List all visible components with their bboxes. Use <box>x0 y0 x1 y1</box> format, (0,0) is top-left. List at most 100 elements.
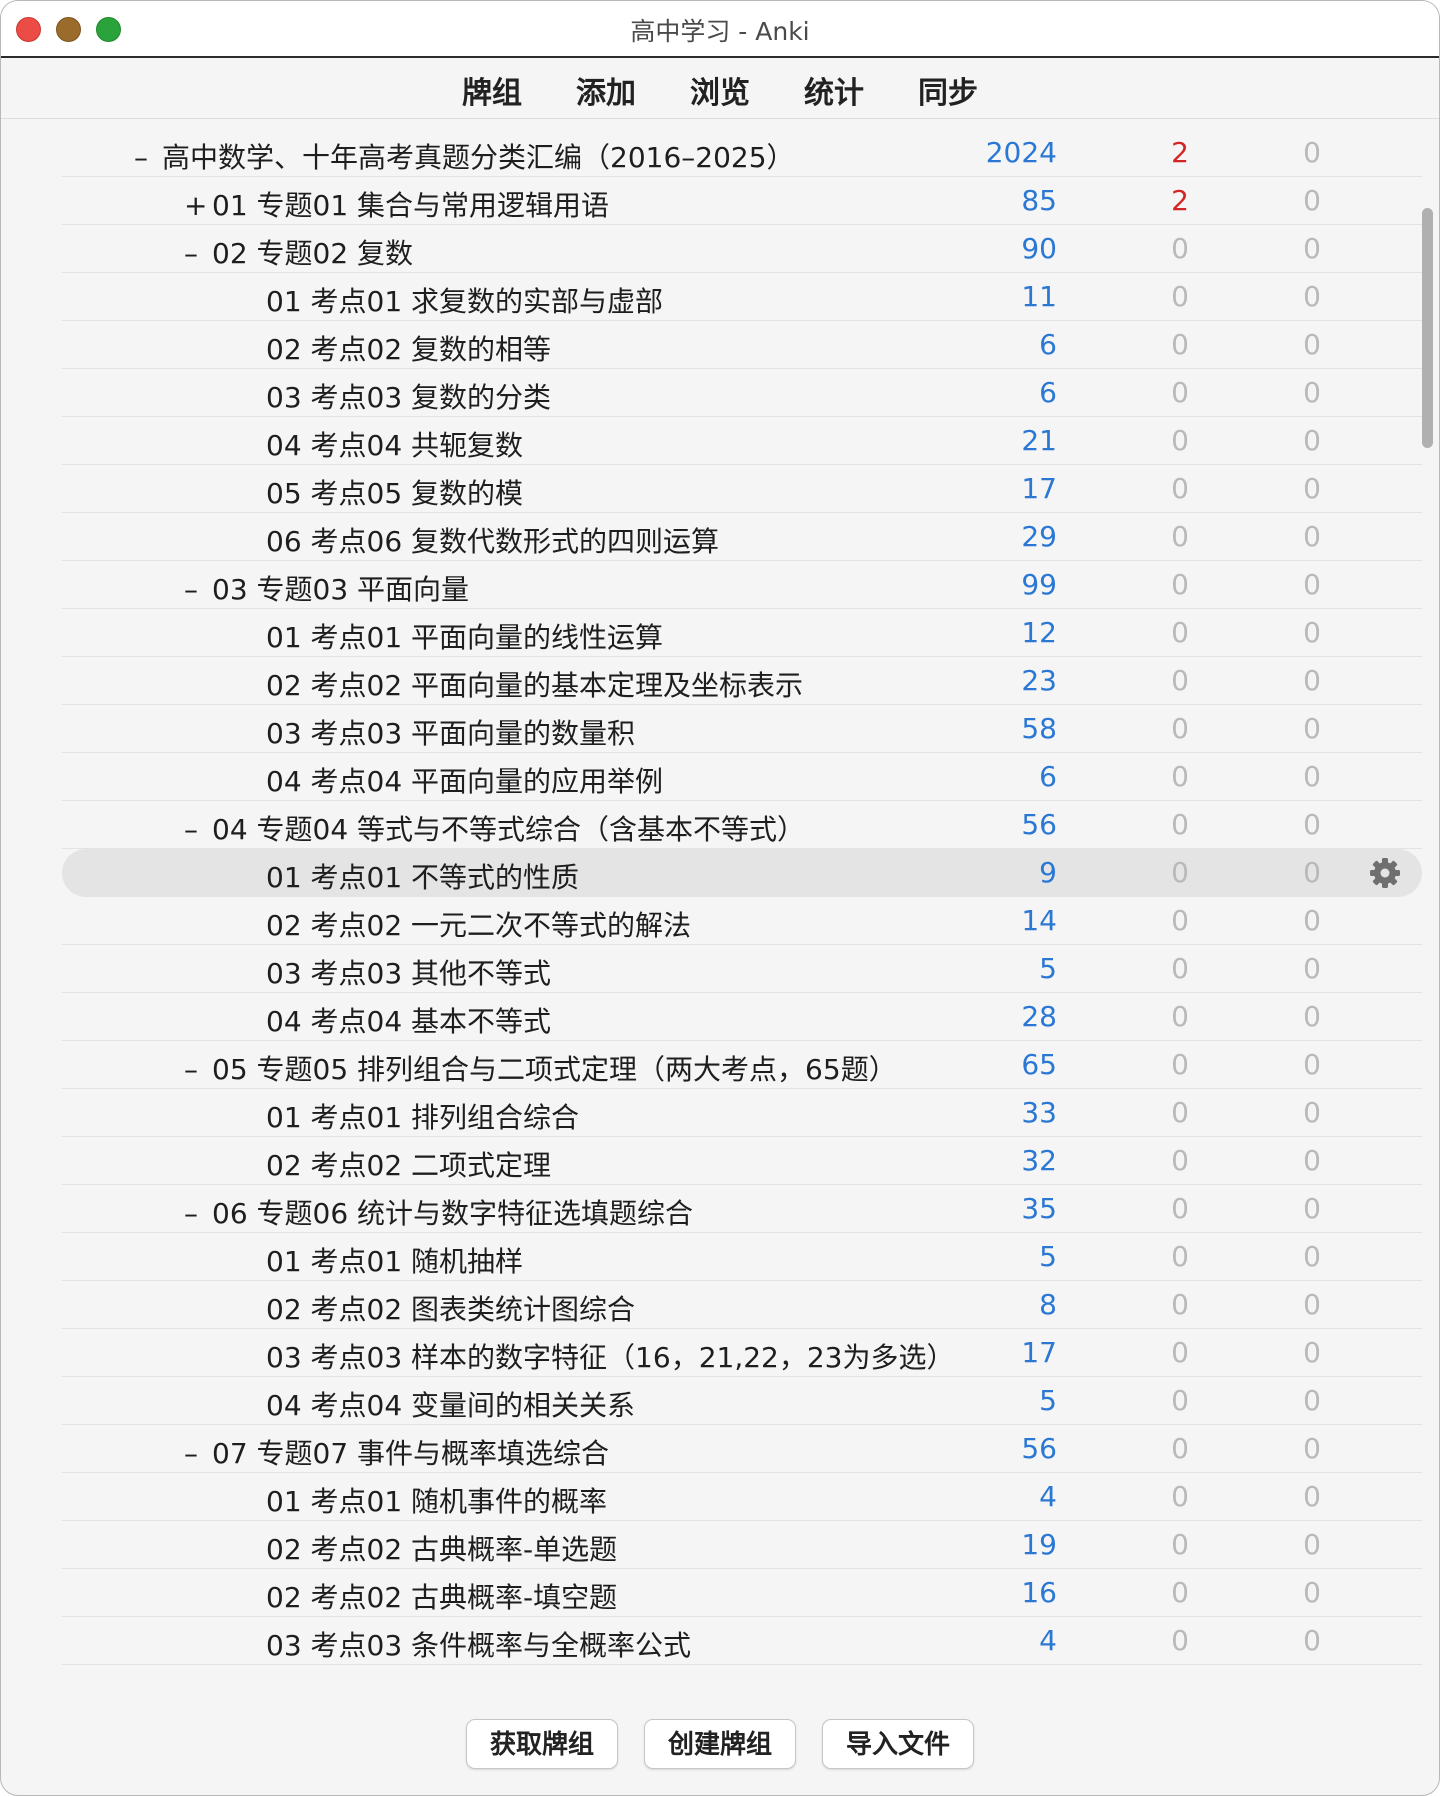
learn-count: 0 <box>1171 376 1189 409</box>
deck-name[interactable]: – 高中数学、十年高考真题分类汇编（2016–2025） <box>134 136 795 176</box>
deck-name[interactable]: 04 考点04 基本不等式 <box>266 1000 551 1040</box>
deck-name[interactable]: 02 考点02 一元二次不等式的解法 <box>266 904 691 944</box>
deck-name[interactable]: –02 专题02 复数 <box>184 232 413 272</box>
get-shared-button[interactable]: 获取牌组 <box>466 1719 618 1769</box>
learn-count: 0 <box>1171 280 1189 313</box>
deck-name-label: 06 专题06 统计与数字特征选填题综合 <box>212 1197 694 1230</box>
deck-row[interactable]: 04 考点04 平面向量的应用举例 6 0 0 <box>62 753 1422 801</box>
toolbar-browse[interactable]: 浏览 <box>690 68 750 112</box>
deck-name[interactable]: 03 考点03 其他不等式 <box>266 952 551 992</box>
deck-row[interactable]: 02 考点02 二项式定理 32 0 0 <box>62 1137 1422 1185</box>
learn-count: 0 <box>1171 1432 1189 1465</box>
deck-row[interactable]: 03 考点03 复数的分类 6 0 0 <box>62 369 1422 417</box>
deck-name[interactable]: 01 考点01 随机事件的概率 <box>266 1480 607 1520</box>
deck-row[interactable]: –03 专题03 平面向量 99 0 0 <box>62 561 1422 609</box>
deck-name[interactable]: 02 考点02 图表类统计图综合 <box>266 1288 635 1328</box>
toolbar-stats[interactable]: 统计 <box>804 68 864 112</box>
due-count: 0 <box>1303 1192 1321 1225</box>
deck-name[interactable]: –06 专题06 统计与数字特征选填题综合 <box>184 1192 693 1232</box>
deck-row[interactable]: 02 考点02 复数的相等 6 0 0 <box>62 321 1422 369</box>
deck-row[interactable]: 04 考点04 变量间的相关关系 5 0 0 <box>62 1377 1422 1425</box>
deck-name[interactable]: 02 考点02 复数的相等 <box>266 328 551 368</box>
deck-name[interactable]: 05 考点05 复数的模 <box>266 472 523 512</box>
collapse-toggle[interactable]: – <box>184 1437 212 1470</box>
deck-name[interactable]: 03 考点03 样本的数字特征（16，21,22，23为多选） <box>266 1336 954 1376</box>
deck-name-label: 02 考点02 二项式定理 <box>266 1149 552 1182</box>
deck-row[interactable]: 01 考点01 求复数的实部与虚部 11 0 0 <box>62 273 1422 321</box>
learn-count: 0 <box>1171 1480 1189 1513</box>
deck-row[interactable]: +01 专题01 集合与常用逻辑用语 85 2 0 <box>62 177 1422 225</box>
deck-row[interactable]: 02 考点02 图表类统计图综合 8 0 0 <box>62 1281 1422 1329</box>
deck-row[interactable]: 04 考点04 基本不等式 28 0 0 <box>62 993 1422 1041</box>
deck-name[interactable]: 02 考点02 古典概率-单选题 <box>266 1528 617 1568</box>
deck-name[interactable]: –04 专题04 等式与不等式综合（含基本不等式） <box>184 808 805 848</box>
deck-name[interactable]: 03 考点03 条件概率与全概率公式 <box>266 1624 691 1664</box>
deck-row[interactable]: 02 考点02 平面向量的基本定理及坐标表示 23 0 0 <box>62 657 1422 705</box>
deck-row[interactable]: 03 考点03 平面向量的数量积 58 0 0 <box>62 705 1422 753</box>
deck-name-label: 02 考点02 古典概率-填空题 <box>266 1581 618 1614</box>
deck-row[interactable]: 06 考点06 复数代数形式的四则运算 29 0 0 <box>62 513 1422 561</box>
due-count: 0 <box>1303 664 1321 697</box>
deck-row[interactable]: 05 考点05 复数的模 17 0 0 <box>62 465 1422 513</box>
deck-name[interactable]: 01 考点01 排列组合综合 <box>266 1096 579 1136</box>
import-file-button[interactable]: 导入文件 <box>822 1719 974 1769</box>
create-deck-button[interactable]: 创建牌组 <box>644 1719 796 1769</box>
deck-name[interactable]: 03 考点03 复数的分类 <box>266 376 551 416</box>
deck-name[interactable]: 04 考点04 平面向量的应用举例 <box>266 760 663 800</box>
deck-row[interactable]: –06 专题06 统计与数字特征选填题综合 35 0 0 <box>62 1185 1422 1233</box>
due-count: 0 <box>1303 952 1321 985</box>
collapse-toggle[interactable]: – <box>134 141 162 174</box>
deck-row[interactable]: 02 考点02 古典概率-单选题 19 0 0 <box>62 1521 1422 1569</box>
deck-name[interactable]: 04 考点04 共轭复数 <box>266 424 523 464</box>
deck-row[interactable]: 03 考点03 其他不等式 5 0 0 <box>62 945 1422 993</box>
collapse-toggle[interactable]: – <box>184 1053 212 1086</box>
deck-name[interactable]: 01 考点01 随机抽样 <box>266 1240 523 1280</box>
deck-name[interactable]: 01 考点01 不等式的性质 <box>266 856 579 896</box>
vertical-scrollbar[interactable] <box>1422 208 1433 448</box>
deck-row[interactable]: 02 考点02 古典概率-填空题 16 0 0 <box>62 1569 1422 1617</box>
deck-row[interactable]: 01 考点01 排列组合综合 33 0 0 <box>62 1089 1422 1137</box>
new-count: 6 <box>1039 328 1057 361</box>
deck-row[interactable]: –07 专题07 事件与概率填选综合 56 0 0 <box>62 1425 1422 1473</box>
deck-name[interactable]: –05 专题05 排列组合与二项式定理（两大考点，65题） <box>184 1048 897 1088</box>
deck-row[interactable]: 01 考点01 不等式的性质 9 0 0 <box>62 849 1422 897</box>
deck-row[interactable]: 01 考点01 随机事件的概率 4 0 0 <box>62 1473 1422 1521</box>
deck-name[interactable]: 04 考点04 变量间的相关关系 <box>266 1384 635 1424</box>
deck-name[interactable]: +01 专题01 集合与常用逻辑用语 <box>184 184 609 224</box>
deck-row[interactable]: –04 专题04 等式与不等式综合（含基本不等式） 56 0 0 <box>62 801 1422 849</box>
deck-name[interactable]: 01 考点01 求复数的实部与虚部 <box>266 280 663 320</box>
deck-row[interactable]: 02 考点02 一元二次不等式的解法 14 0 0 <box>62 897 1422 945</box>
deck-row[interactable]: 03 考点03 条件概率与全概率公式 4 0 0 <box>62 1617 1422 1665</box>
deck-name[interactable]: 06 考点06 复数代数形式的四则运算 <box>266 520 719 560</box>
toolbar-sync[interactable]: 同步 <box>918 68 978 112</box>
deck-name[interactable]: 02 考点02 古典概率-填空题 <box>266 1576 617 1616</box>
deck-row[interactable]: –05 专题05 排列组合与二项式定理（两大考点，65题） 65 0 0 <box>62 1041 1422 1089</box>
due-count: 0 <box>1303 1576 1321 1609</box>
deck-name-label: 04 考点04 基本不等式 <box>266 1005 552 1038</box>
deck-row[interactable]: 04 考点04 共轭复数 21 0 0 <box>62 417 1422 465</box>
due-count: 0 <box>1303 280 1321 313</box>
new-count: 56 <box>1021 808 1057 841</box>
expand-toggle[interactable]: + <box>184 189 212 222</box>
collapse-toggle[interactable]: – <box>184 1197 212 1230</box>
deck-row[interactable]: 01 考点01 平面向量的线性运算 12 0 0 <box>62 609 1422 657</box>
deck-name-label: 05 考点05 复数的模 <box>266 477 524 510</box>
collapse-toggle[interactable]: – <box>184 813 212 846</box>
deck-row[interactable]: – 高中数学、十年高考真题分类汇编（2016–2025） 2024 2 0 <box>62 129 1422 177</box>
toolbar-add[interactable]: 添加 <box>576 68 636 112</box>
gear-icon[interactable] <box>1369 857 1401 889</box>
deck-name[interactable]: 03 考点03 平面向量的数量积 <box>266 712 635 752</box>
deck-name[interactable]: 02 考点02 二项式定理 <box>266 1144 551 1184</box>
deck-name[interactable]: –03 专题03 平面向量 <box>184 568 469 608</box>
deck-row[interactable]: 01 考点01 随机抽样 5 0 0 <box>62 1233 1422 1281</box>
deck-name[interactable]: –07 专题07 事件与概率填选综合 <box>184 1432 609 1472</box>
deck-name-label: 02 考点02 复数的相等 <box>266 333 552 366</box>
deck-name[interactable]: 01 考点01 平面向量的线性运算 <box>266 616 663 656</box>
deck-name-label: 04 考点04 共轭复数 <box>266 429 524 462</box>
collapse-toggle[interactable]: – <box>184 237 212 270</box>
deck-row[interactable]: –02 专题02 复数 90 0 0 <box>62 225 1422 273</box>
collapse-toggle[interactable]: – <box>184 573 212 606</box>
deck-name[interactable]: 02 考点02 平面向量的基本定理及坐标表示 <box>266 664 803 704</box>
toolbar-decks[interactable]: 牌组 <box>462 68 522 112</box>
deck-row[interactable]: 03 考点03 样本的数字特征（16，21,22，23为多选） 17 0 0 <box>62 1329 1422 1377</box>
